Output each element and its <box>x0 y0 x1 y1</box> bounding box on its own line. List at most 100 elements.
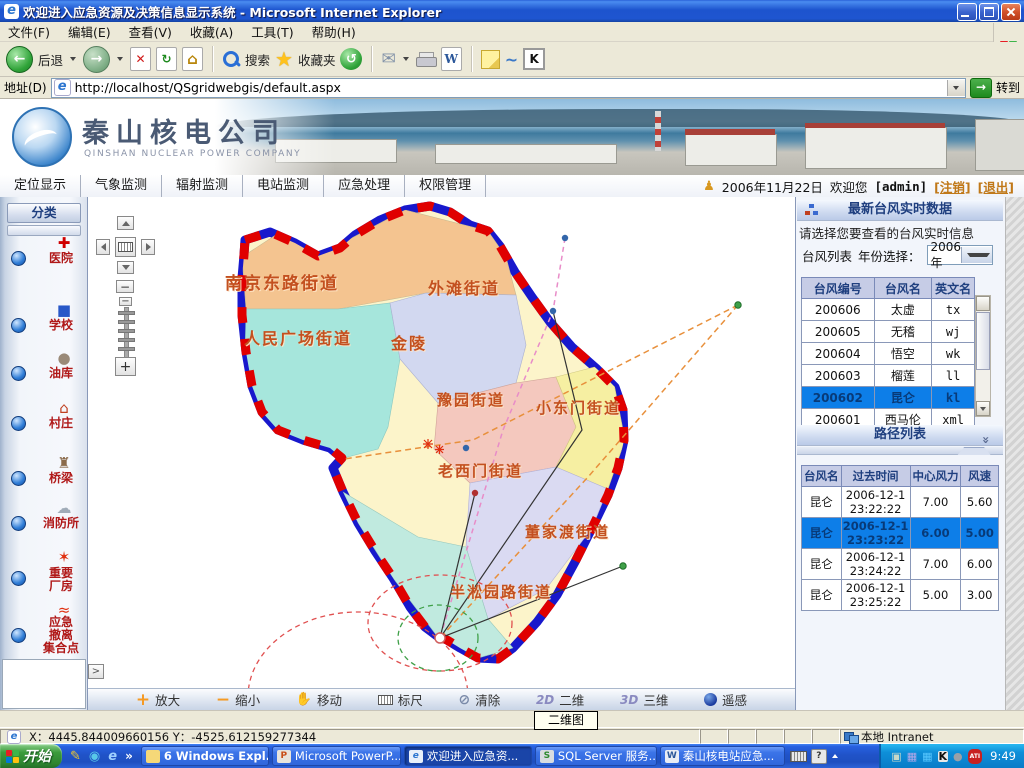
menu-tools[interactable]: 工具(T) <box>251 22 293 41</box>
task-powerpoint[interactable]: P Microsoft PowerP... <box>272 746 401 766</box>
quicklaunch-ie-icon[interactable]: e <box>108 749 117 764</box>
menu-favorites[interactable]: 收藏(A) <box>190 22 233 41</box>
typhoon-row[interactable]: 200604悟空wk <box>802 343 975 365</box>
year-dropdown-button[interactable] <box>961 247 991 263</box>
typhoon-table-scrollbar[interactable] <box>975 295 991 417</box>
back-icon[interactable]: ← <box>6 46 33 73</box>
sidebar-item-important-plant[interactable]: ✶ 重要 厂房 <box>0 549 86 603</box>
map-remote-sensing-button[interactable]: 遥感 <box>704 690 747 709</box>
map-ruler-button[interactable]: 标尺 <box>378 690 423 709</box>
start-button[interactable]: 开始 <box>0 744 62 768</box>
sidebar-item-hospital[interactable]: ✚ 医院 <box>0 235 86 279</box>
tab-station-monitor[interactable]: 电站监测 <box>243 175 324 197</box>
tray-ati-icon[interactable]: ATI <box>968 749 983 764</box>
tray-network-icon[interactable]: ▦ <box>907 751 917 762</box>
detail-row[interactable]: 昆仑2006-12-1 23:24:22 7.006.00 <box>802 549 999 580</box>
map-pan-button[interactable]: ✋ 移动 <box>296 690 342 709</box>
address-dropdown-button[interactable] <box>947 80 965 96</box>
maximize-button[interactable] <box>979 3 999 21</box>
tab-locate-display[interactable]: 定位显示 <box>0 175 81 197</box>
map-clear-button[interactable]: ⊘ 清除 <box>458 690 500 709</box>
forward-icon[interactable]: → <box>83 46 110 73</box>
sidebar-item-fire-station[interactable]: ☁ 消防所 <box>0 500 86 544</box>
window-titlebar[interactable]: e 欢迎进入应急资源及决策信息显示系统 - Microsoft Internet… <box>0 0 1024 22</box>
help-tray-icon[interactable]: ? <box>811 749 827 764</box>
kaspersky-icon[interactable]: K <box>523 48 545 70</box>
path-list-header[interactable]: 路径列表 » <box>797 425 1003 446</box>
pan-up-button[interactable] <box>117 216 134 230</box>
pan-right-button[interactable] <box>141 239 155 255</box>
tray-sql-icon[interactable]: ▣ <box>891 751 901 762</box>
quicklaunch-pencil-icon[interactable]: ✎ <box>70 749 81 764</box>
search-button[interactable]: 搜索 <box>245 50 270 69</box>
favorites-star-icon[interactable]: ★ <box>275 47 293 71</box>
map-zoom-in-button[interactable]: + 放大 <box>136 690 180 709</box>
tab-permission[interactable]: 权限管理 <box>405 175 486 197</box>
typhoon-row[interactable]: 200603榴莲ll <box>802 365 975 387</box>
sidebar-item-oil-depot[interactable]: ● 油库 <box>0 350 86 394</box>
favorites-button[interactable]: 收藏夹 <box>298 50 336 69</box>
messenger-note-icon[interactable] <box>481 50 500 69</box>
home-icon[interactable]: ⌂ <box>182 47 203 71</box>
task-word-doc[interactable]: W 秦山核电站应急... <box>660 746 785 766</box>
menu-file[interactable]: 文件(F) <box>8 22 50 41</box>
task-windows-explorer[interactable]: 6 Windows Expl... <box>141 746 269 766</box>
tray-kaspersky-icon[interactable]: K <box>938 751 949 762</box>
refresh-icon[interactable]: ↻ <box>156 47 177 71</box>
center-map-button[interactable] <box>115 237 136 257</box>
sidebar-item-school[interactable]: ■ 学校 <box>0 302 86 346</box>
pan-down-button[interactable] <box>117 261 134 274</box>
tab-radiation-monitor[interactable]: 辐射监测 <box>162 175 243 197</box>
tab-weather-monitor[interactable]: 气象监测 <box>81 175 162 197</box>
tray-grid-icon[interactable]: ▦ <box>922 751 932 762</box>
map-3d-button[interactable]: 3D 三维 <box>620 690 668 709</box>
back-button[interactable]: 后退 <box>38 50 63 69</box>
mail-dropdown-icon[interactable] <box>403 57 409 61</box>
typhoon-row-selected[interactable]: 200602昆仑kl <box>802 387 975 409</box>
swoosh-tool-icon[interactable]: ~ <box>505 50 518 69</box>
detail-row-selected[interactable]: 昆仑2006-12-1 23:23:22 6.005.00 <box>802 518 999 549</box>
sidebar-item-evacuation-point[interactable]: ≈ 应急 撤离 集合点 <box>0 602 86 662</box>
forward-dropdown-icon[interactable] <box>117 57 123 61</box>
pan-left-button[interactable] <box>96 239 110 255</box>
category-header[interactable]: 分类 <box>7 203 81 223</box>
detail-row[interactable]: 昆仑2006-12-1 23:22:22 7.005.60 <box>802 487 999 518</box>
zoom-out-step-button[interactable]: − <box>116 280 134 293</box>
menu-view[interactable]: 查看(V) <box>129 22 172 41</box>
print-icon[interactable] <box>416 52 436 66</box>
quicklaunch-overflow-icon[interactable]: » <box>125 749 133 763</box>
language-keyboard-icon[interactable] <box>790 751 807 762</box>
quicklaunch-media-icon[interactable]: ◉ <box>89 749 100 764</box>
gis-map[interactable]: 南京东路街道 外滩街道 人民广场街道 金陵 豫园街道 小东门街道 老西门街道 董… <box>88 197 795 710</box>
menu-edit[interactable]: 编辑(E) <box>68 22 111 41</box>
minimize-button[interactable] <box>957 3 977 21</box>
address-input[interactable] <box>73 79 947 97</box>
history-icon[interactable]: ↺ <box>340 48 362 70</box>
back-dropdown-icon[interactable] <box>70 57 76 61</box>
go-icon[interactable]: → <box>970 78 992 98</box>
go-button-label[interactable]: 转到 <box>996 79 1020 96</box>
zoom-slider-handle[interactable]: − <box>119 297 132 306</box>
zoom-in-step-button[interactable]: + <box>115 357 136 376</box>
year-select[interactable]: 2006年 <box>927 245 993 265</box>
typhoon-row[interactable]: 200606太虚tx <box>802 299 975 321</box>
search-icon[interactable] <box>222 50 240 68</box>
task-emergency-app[interactable]: e 欢迎进入应急资... <box>404 746 532 766</box>
exit-link[interactable]: [退出] <box>978 177 1014 196</box>
menu-help[interactable]: 帮助(H) <box>312 22 356 41</box>
task-sql-server[interactable]: S SQL Server 服务... <box>535 746 657 766</box>
collapse-chevron-icon[interactable]: » <box>976 436 996 442</box>
hide-icons-chevron[interactable] <box>832 754 838 758</box>
logout-link[interactable]: [注销] <box>934 177 970 196</box>
detail-row[interactable]: 昆仑2006-12-1 23:25:22 5.003.00 <box>802 580 999 611</box>
map-zoom-out-button[interactable]: − 缩小 <box>216 690 260 709</box>
typhoon-row[interactable]: 200605无稽wj <box>802 321 975 343</box>
tab-emergency-handle[interactable]: 应急处理 <box>324 175 405 197</box>
sidebar-item-bridge[interactable]: ♜ 桥梁 <box>0 455 86 499</box>
stop-icon[interactable]: ✕ <box>130 47 151 71</box>
edit-word-icon[interactable]: W <box>441 47 462 71</box>
sidebar-item-village[interactable]: ⌂ 村庄 <box>0 400 86 444</box>
close-button[interactable] <box>1001 3 1021 21</box>
tray-volume-icon[interactable]: ● <box>953 751 963 762</box>
mail-icon[interactable]: ✉ <box>381 49 395 69</box>
